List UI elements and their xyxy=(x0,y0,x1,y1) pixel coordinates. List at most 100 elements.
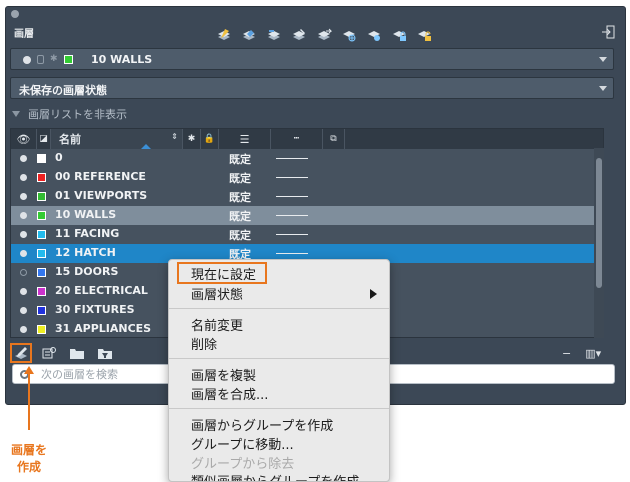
layer-lineweight[interactable] xyxy=(276,234,308,235)
layer-unlock-icon[interactable] xyxy=(413,27,435,43)
menu-item-rename[interactable]: 名前変更 xyxy=(191,315,243,334)
new-property-filter-button[interactable] xyxy=(94,343,116,363)
menu-separator xyxy=(169,308,389,309)
layer-state-dropdown[interactable]: 未保存の画層状態 xyxy=(10,77,614,99)
new-group-button[interactable] xyxy=(66,343,88,363)
layer-off-icon[interactable] xyxy=(363,27,385,43)
layer-linetype[interactable]: 既定 xyxy=(229,170,251,186)
layer-on-toggle[interactable] xyxy=(20,307,27,314)
layer-lineweight[interactable] xyxy=(276,215,308,216)
menu-item-move-to-group[interactable]: グループに移動... xyxy=(191,434,294,453)
exit-icon[interactable] xyxy=(601,25,615,39)
menu-item-group-from-layers[interactable]: 画層からグループを作成 xyxy=(191,415,333,434)
layer-row[interactable]: 11 FACING 既定 xyxy=(11,225,597,244)
layer-linetype[interactable]: 既定 xyxy=(229,189,251,205)
column-freeze-header[interactable]: ✱ xyxy=(183,129,201,149)
layer-color-swatch[interactable] xyxy=(37,325,46,334)
freeze-icon: ✱ xyxy=(50,54,58,64)
layer-on-toggle[interactable] xyxy=(20,288,27,295)
layer-freeze-icon[interactable] xyxy=(338,27,360,43)
layer-on-toggle[interactable] xyxy=(20,174,27,181)
column-name-header[interactable]: 名前 ⇕ xyxy=(51,129,183,149)
layer-properties-icon[interactable] xyxy=(213,27,235,43)
menu-item-duplicate[interactable]: 画層を複製 xyxy=(191,365,256,384)
layer-linetype[interactable]: 既定 xyxy=(229,227,251,243)
callout-line-1: 画層を xyxy=(10,443,47,457)
layer-name: 10 WALLS xyxy=(55,208,117,221)
current-layer-dropdown[interactable]: ✱ 10 WALLS xyxy=(10,48,614,70)
minus-icon[interactable]: − xyxy=(562,347,571,360)
menu-item-set-current[interactable]: 現在に設定 xyxy=(191,264,256,283)
layer-lineweight[interactable] xyxy=(276,158,308,159)
lineweight-icon: ┅ xyxy=(293,134,300,144)
menu-item-remove-from-group: グループから除去 xyxy=(191,457,295,472)
layer-on-toggle[interactable] xyxy=(20,269,27,276)
layer-lock-icon[interactable] xyxy=(388,27,410,43)
column-lineweight-header[interactable]: ┅ xyxy=(271,129,323,149)
new-layer-frozen-button[interactable] xyxy=(38,343,60,363)
layer-color-swatch[interactable] xyxy=(37,268,46,277)
column-lock-header[interactable]: 🔒 xyxy=(201,129,219,149)
layer-color-swatch[interactable] xyxy=(37,154,46,163)
layer-color-swatch[interactable] xyxy=(37,230,46,239)
menu-item-merge[interactable]: 画層を合成... xyxy=(191,384,268,403)
layer-color-swatch[interactable] xyxy=(37,306,46,315)
layer-color-swatch[interactable] xyxy=(37,211,46,220)
layer-color-swatch[interactable] xyxy=(37,287,46,296)
lock-icon xyxy=(37,55,44,64)
layer-color-swatch[interactable] xyxy=(37,173,46,182)
chevron-down-icon xyxy=(599,86,607,91)
lock-icon: 🔒 xyxy=(203,134,216,144)
collapse-triangle-icon xyxy=(12,111,20,117)
layer-row[interactable]: 0 既定 xyxy=(11,149,597,168)
layer-color-swatch[interactable] xyxy=(37,192,46,201)
layer-unisolate-icon[interactable] xyxy=(313,27,335,43)
layer-name: 15 DOORS xyxy=(55,265,119,278)
layer-state-value: 未保存の画層状態 xyxy=(19,84,107,97)
layer-on-toggle[interactable] xyxy=(20,212,27,219)
chevron-down-icon xyxy=(599,57,607,62)
layer-on-toggle[interactable] xyxy=(20,326,27,333)
column-on-off-header[interactable]: 👁 xyxy=(11,129,37,149)
layer-on-toggle[interactable] xyxy=(20,155,27,162)
layer-on-toggle[interactable] xyxy=(20,250,27,257)
menu-item-group-from-similar[interactable]: 類似画層からグループを作成 xyxy=(191,471,359,481)
layer-lineweight[interactable] xyxy=(276,196,308,197)
layer-linetype[interactable]: 既定 xyxy=(229,208,251,224)
layer-row[interactable]: 10 WALLS 既定 xyxy=(11,206,597,225)
layer-color-swatch[interactable] xyxy=(37,249,46,258)
layer-match-icon[interactable] xyxy=(238,27,260,43)
toggle-layer-list-label: 画層リストを非表示 xyxy=(28,108,127,121)
bottom-right-tools: − ▥▾ xyxy=(562,347,601,360)
layer-linetype[interactable]: 既定 xyxy=(229,151,251,167)
layer-list-scrollbar[interactable] xyxy=(594,148,604,338)
column-viewport-header[interactable]: ⧉ xyxy=(323,129,345,149)
toggle-layer-list[interactable]: 画層リストを非表示 xyxy=(12,106,127,122)
layer-row[interactable]: 01 VIEWPORTS 既定 xyxy=(11,187,597,206)
layer-on-toggle[interactable] xyxy=(20,231,27,238)
column-settings-icon[interactable]: ▥▾ xyxy=(585,347,601,360)
column-linetype-header[interactable]: ☰ xyxy=(219,129,271,149)
layer-lineweight[interactable] xyxy=(276,177,308,178)
scroll-thumb[interactable] xyxy=(596,158,602,288)
layer-toolbar xyxy=(213,27,435,43)
new-layer-button[interactable] xyxy=(10,343,32,363)
layer-on-toggle[interactable] xyxy=(20,193,27,200)
layer-name: 20 ELECTRICAL xyxy=(55,284,148,297)
layer-name: 12 HATCH xyxy=(55,246,116,259)
layer-lineweight[interactable] xyxy=(276,253,308,254)
current-layer-name: 10 WALLS xyxy=(91,53,153,66)
menu-separator xyxy=(169,358,389,359)
layer-name: 31 APPLIANCES xyxy=(55,322,152,335)
layer-name: 30 FIXTURES xyxy=(55,303,135,316)
viewport-icon: ⧉ xyxy=(330,134,337,144)
layer-row[interactable]: 00 REFERENCE 既定 xyxy=(11,168,597,187)
layer-previous-icon[interactable] xyxy=(263,27,285,43)
layer-isolate-icon[interactable] xyxy=(288,27,310,43)
window-close-dot[interactable] xyxy=(11,10,19,18)
column-name-label: 名前 xyxy=(59,133,81,146)
column-color-header[interactable]: ◪ xyxy=(37,129,51,149)
menu-item-layer-state[interactable]: 画層状態 xyxy=(191,284,243,303)
bottom-toolbar xyxy=(10,343,116,363)
menu-item-delete[interactable]: 削除 xyxy=(191,334,217,353)
